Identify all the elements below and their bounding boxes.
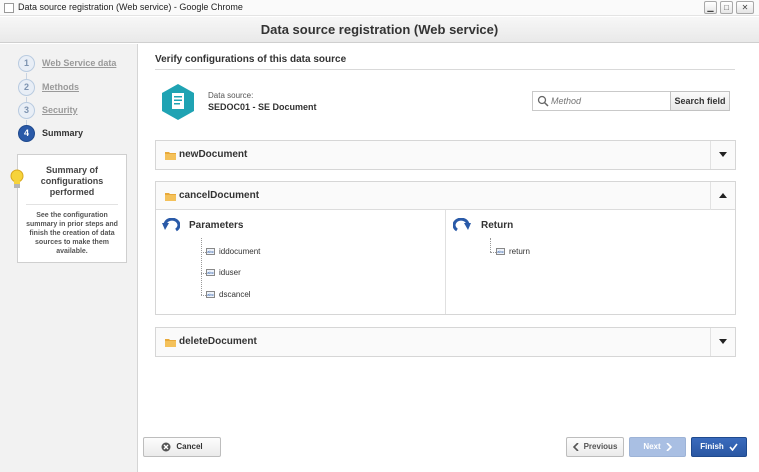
- chevron-down-icon: [719, 339, 727, 344]
- checkmark-icon: [729, 443, 738, 451]
- string-field-icon: abc: [496, 248, 505, 255]
- close-icon[interactable]: ✕: [736, 1, 754, 14]
- method-search-input[interactable]: [551, 94, 666, 108]
- lightbulb-icon: [10, 169, 24, 188]
- section-title: Verify configurations of this data sourc…: [155, 54, 347, 65]
- folder-icon: [165, 152, 176, 160]
- step-security[interactable]: 3 Security: [18, 101, 78, 119]
- step-methods[interactable]: 2 Methods: [18, 78, 79, 96]
- window-titlebar: Data source registration (Web service) -…: [0, 0, 759, 16]
- dialog-title: Data source registration (Web service): [260, 22, 499, 37]
- tree-line: [201, 238, 202, 295]
- step-label[interactable]: Security: [42, 105, 78, 115]
- parameter-name: iduser: [219, 268, 241, 277]
- step-number: 3: [18, 101, 35, 119]
- minimize-icon[interactable]: ▁: [704, 1, 717, 14]
- return-name: return: [509, 247, 530, 256]
- step-number: 1: [18, 54, 35, 72]
- chevron-up-icon: [719, 193, 727, 198]
- folder-icon: [165, 339, 176, 347]
- cancel-button[interactable]: Cancel: [143, 437, 221, 457]
- method-panel-newdocument: newDocument: [155, 140, 736, 170]
- method-panel-header[interactable]: newDocument: [156, 141, 735, 169]
- window-title: Data source registration (Web service) -…: [18, 2, 243, 12]
- parameters-heading: Parameters: [189, 220, 244, 231]
- method-panel-header[interactable]: cancelDocument: [156, 182, 735, 210]
- summary-description: See the configuration summary in prior s…: [26, 212, 118, 255]
- step-number: 2: [18, 78, 35, 96]
- return-heading: Return: [481, 220, 514, 231]
- parameter-item: abc iddocument: [206, 247, 260, 256]
- summary-title: Summary of configurations performed: [26, 165, 118, 205]
- method-details: Parameters abc iddocument abc iduser abc…: [156, 210, 735, 314]
- window-controls: ▁ □ ✕: [704, 1, 754, 14]
- collapse-toggle[interactable]: [710, 182, 735, 210]
- method-search-field[interactable]: [532, 91, 671, 111]
- finish-button-label: Finish: [700, 442, 724, 451]
- step-label[interactable]: Web Service data: [42, 58, 116, 68]
- step-label: Summary: [42, 128, 84, 138]
- string-field-icon: abc: [206, 248, 215, 255]
- method-name: cancelDocument: [179, 190, 260, 201]
- search-field-button[interactable]: Search field: [670, 91, 730, 111]
- main-content: Verify configurations of this data sourc…: [139, 44, 759, 472]
- wizard-sidebar: 1 Web Service data 2 Methods 3 Security …: [0, 44, 138, 472]
- page-favicon-icon: [4, 3, 14, 13]
- return-arrow-icon: [453, 218, 471, 232]
- data-source-name: SEDOC01 - SE Document: [208, 102, 317, 112]
- column-divider: [445, 210, 446, 314]
- chevron-left-icon: [572, 443, 579, 451]
- method-panel-canceldocument: cancelDocument Parameters abc iddocument…: [155, 181, 736, 315]
- section-divider: [155, 69, 735, 70]
- step-summary: 4 Summary: [18, 124, 83, 142]
- step-label[interactable]: Methods: [42, 82, 79, 92]
- next-button[interactable]: Next: [629, 437, 686, 457]
- tree-line: [490, 238, 491, 252]
- parameters-arrow-icon: [162, 218, 180, 232]
- parameter-name: dscancel: [219, 290, 251, 299]
- folder-icon: [165, 193, 176, 201]
- method-panel-deletedocument: deleteDocument: [155, 327, 736, 357]
- next-button-label: Next: [643, 442, 661, 451]
- previous-button[interactable]: Previous: [566, 437, 624, 457]
- return-item: abc return: [496, 247, 530, 256]
- string-field-icon: abc: [206, 269, 215, 276]
- step-web-service-data[interactable]: 1 Web Service data: [18, 54, 116, 72]
- cancel-button-label: Cancel: [176, 442, 203, 451]
- method-panel-header[interactable]: deleteDocument: [156, 328, 735, 356]
- expand-toggle[interactable]: [710, 328, 735, 356]
- method-name: newDocument: [179, 149, 248, 160]
- parameter-item: abc iduser: [206, 268, 241, 277]
- maximize-icon[interactable]: □: [720, 1, 733, 14]
- previous-button-label: Previous: [583, 442, 618, 451]
- search-icon: [537, 95, 549, 107]
- chevron-down-icon: [719, 152, 727, 157]
- wizard-footer: Cancel Previous Next Finish: [139, 430, 759, 472]
- expand-toggle[interactable]: [710, 141, 735, 169]
- parameter-item: abc dscancel: [206, 290, 251, 299]
- step-number: 4: [18, 124, 35, 142]
- cancel-icon: [161, 442, 171, 452]
- chevron-right-icon: [666, 443, 672, 451]
- method-name: deleteDocument: [179, 336, 257, 347]
- parameter-name: iddocument: [219, 247, 261, 256]
- finish-button[interactable]: Finish: [691, 437, 747, 457]
- document-datasource-icon: [162, 84, 194, 120]
- data-source-label: Data source:: [208, 91, 254, 100]
- string-field-icon: abc: [206, 291, 215, 298]
- summary-info-box: Summary of configurations performed See …: [17, 154, 127, 263]
- dialog-header: Data source registration (Web service): [0, 17, 759, 43]
